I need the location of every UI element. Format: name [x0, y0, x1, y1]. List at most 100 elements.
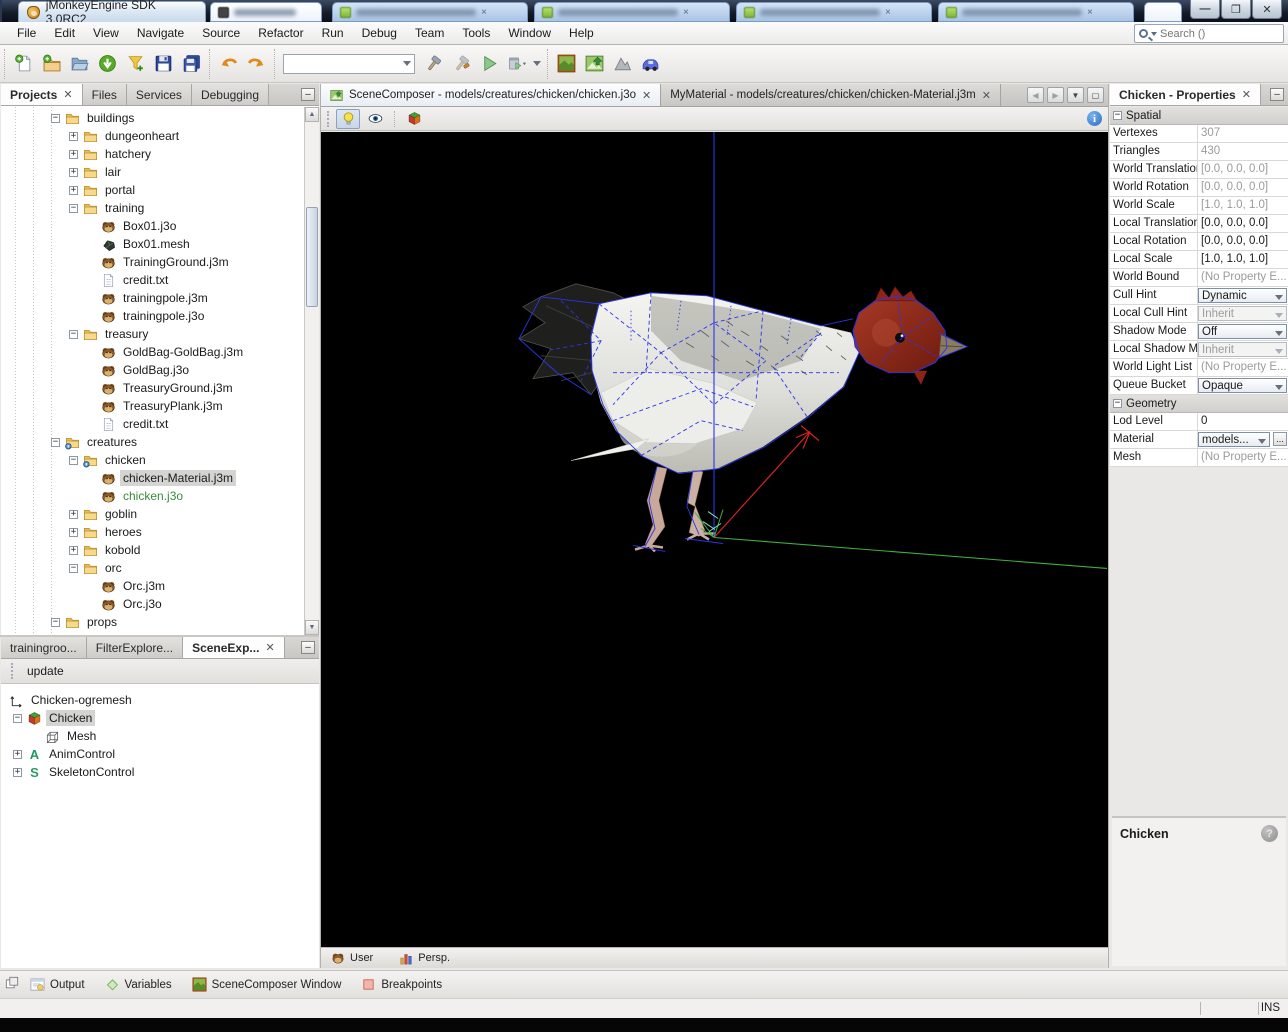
background-browser-tab[interactable]: [210, 2, 322, 22]
tree-item[interactable]: credit.txt: [1, 271, 304, 289]
tree-item[interactable]: − buildings: [1, 109, 304, 127]
tree-item[interactable]: TrainingGround.j3m: [1, 253, 304, 271]
scene-tree-item[interactable]: + A AnimControl: [5, 745, 317, 763]
status-item-output[interactable]: Output: [21, 977, 94, 992]
menu-help[interactable]: Help: [560, 23, 603, 43]
collapse-icon[interactable]: −: [51, 618, 60, 627]
menu-navigate[interactable]: Navigate: [128, 23, 193, 43]
wireframe-cube-button[interactable]: [402, 109, 426, 129]
properties-tab[interactable]: Chicken - Properties ✕: [1110, 84, 1261, 105]
scene-tab-sceneexp-[interactable]: SceneExp...✕: [183, 637, 285, 658]
scene-tab-trainingroo-[interactable]: trainingroo...: [1, 637, 87, 658]
scene-button[interactable]: [580, 50, 608, 78]
menu-file[interactable]: File: [8, 23, 45, 43]
scene-tree-item[interactable]: Chicken-ogremesh: [5, 691, 317, 709]
menu-window[interactable]: Window: [499, 23, 560, 43]
property-dropdown[interactable]: models...: [1198, 432, 1270, 447]
vehicle-button[interactable]: [636, 50, 664, 78]
expand-icon[interactable]: +: [13, 750, 22, 759]
save-all-button[interactable]: [177, 50, 205, 78]
tree-item[interactable]: TreasuryGround.j3m: [1, 379, 304, 397]
menu-refactor[interactable]: Refactor: [249, 23, 312, 43]
mountains-button[interactable]: [608, 50, 636, 78]
menu-source[interactable]: Source: [193, 23, 249, 43]
expand-icon[interactable]: +: [69, 168, 78, 177]
tree-item[interactable]: TreasuryPlank.j3m: [1, 397, 304, 415]
new-project-button[interactable]: [37, 50, 65, 78]
scroll-tabs-right-icon[interactable]: ▶: [1047, 87, 1064, 103]
property-value-field[interactable]: [0.0, 0.0, 0.0]: [1198, 233, 1288, 250]
collapse-icon[interactable]: −: [1113, 111, 1122, 120]
menu-team[interactable]: Team: [406, 23, 453, 43]
close-icon[interactable]: ✕: [982, 89, 991, 102]
restore-button[interactable]: ❐: [1221, 0, 1251, 19]
background-browser-tab[interactable]: ×: [332, 2, 528, 22]
status-item-breakpoints[interactable]: Breakpoints: [352, 977, 451, 992]
close-icon[interactable]: ✕: [642, 89, 651, 102]
property-dropdown[interactable]: Off: [1198, 324, 1287, 339]
undo-button[interactable]: [214, 50, 242, 78]
scrollbar-thumb[interactable]: [306, 207, 318, 307]
app-title-tab[interactable]: jMonkeyEngine SDK 3.0RC2: [18, 1, 206, 22]
tree-item[interactable]: − treasury: [1, 325, 304, 343]
status-item-variables[interactable]: Variables: [96, 977, 181, 992]
tree-item[interactable]: − training: [1, 199, 304, 217]
build-button[interactable]: [419, 50, 447, 78]
ellipsis-button[interactable]: ...: [1273, 432, 1287, 446]
tree-item[interactable]: − creatures: [1, 433, 304, 451]
scroll-down-icon[interactable]: ▼: [305, 620, 319, 635]
help-icon[interactable]: ?: [1261, 825, 1278, 842]
3d-viewport[interactable]: [321, 132, 1108, 947]
tree-item[interactable]: Box01.j3o: [1, 217, 304, 235]
projects-tab-files[interactable]: Files: [83, 84, 127, 105]
close-icon[interactable]: ✕: [1242, 88, 1251, 101]
projects-tab-services[interactable]: Services: [127, 84, 192, 105]
property-section-geometry[interactable]: −Geometry: [1110, 395, 1288, 413]
expand-icon[interactable]: +: [13, 768, 22, 777]
background-browser-tab[interactable]: ×: [534, 2, 730, 22]
chevron-down-icon[interactable]: [533, 61, 541, 66]
tree-item[interactable]: trainingpole.j3o: [1, 307, 304, 325]
collapse-icon[interactable]: −: [13, 714, 22, 723]
close-button[interactable]: ✕: [1252, 0, 1282, 19]
quick-search[interactable]: [1134, 24, 1284, 43]
search-input[interactable]: [1160, 28, 1260, 40]
tree-item[interactable]: Orc.j3m: [1, 577, 304, 595]
collapse-icon[interactable]: −: [69, 330, 78, 339]
background-browser-tab[interactable]: [1144, 2, 1182, 22]
scroll-tabs-left-icon[interactable]: ◀: [1027, 87, 1044, 103]
tree-item[interactable]: Box01.mesh: [1, 235, 304, 253]
tree-item[interactable]: − props: [1, 613, 304, 631]
tree-item[interactable]: + lair: [1, 163, 304, 181]
run-button[interactable]: [475, 50, 503, 78]
tree-item[interactable]: + dungeonheart: [1, 127, 304, 145]
collapse-icon[interactable]: −: [1113, 399, 1122, 408]
filter-add-button[interactable]: [121, 50, 149, 78]
collapse-icon[interactable]: −: [69, 564, 78, 573]
minimize-button[interactable]: —: [1190, 0, 1220, 19]
update-button[interactable]: update: [21, 662, 70, 680]
collapse-icon[interactable]: −: [51, 114, 60, 123]
tree-item[interactable]: + kobold: [1, 541, 304, 559]
expand-icon[interactable]: +: [69, 132, 78, 141]
tree-item[interactable]: GoldBag.j3o: [1, 361, 304, 379]
debug-button[interactable]: [503, 50, 531, 78]
projects-tab-projects[interactable]: Projects✕: [1, 84, 83, 105]
menu-edit[interactable]: Edit: [45, 23, 84, 43]
property-dropdown[interactable]: Dynamic: [1198, 288, 1287, 303]
new-file-button[interactable]: [9, 50, 37, 78]
scroll-up-icon[interactable]: ▲: [305, 107, 319, 122]
minimize-panel-icon[interactable]: –: [301, 88, 315, 101]
tree-item[interactable]: chicken.j3o: [1, 487, 304, 505]
property-value-field[interactable]: [0.0, 0.0, 0.0]: [1198, 215, 1288, 232]
background-browser-tab[interactable]: ×: [938, 2, 1134, 22]
minimize-panel-icon[interactable]: –: [301, 641, 315, 654]
expand-icon[interactable]: +: [69, 546, 78, 555]
toggle-visibility-button[interactable]: [363, 109, 387, 129]
scene-tree-item[interactable]: + S SkeletonControl: [5, 763, 317, 781]
expand-icon[interactable]: +: [69, 150, 78, 159]
minimize-panel-icon[interactable]: –: [1270, 88, 1284, 101]
property-value-field[interactable]: 0: [1198, 413, 1288, 430]
menu-tools[interactable]: Tools: [453, 23, 499, 43]
tree-item[interactable]: + heroes: [1, 523, 304, 541]
